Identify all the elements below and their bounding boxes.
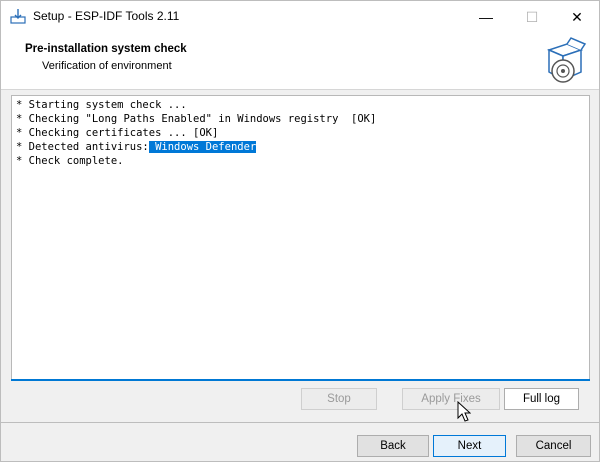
log-line: * Checking certificates ... [OK] [16,127,219,139]
setup-window: Setup - ESP-IDF Tools 2.11 — ☐ ✕ Pre-ins… [0,0,600,462]
stop-button[interactable]: Stop [301,388,377,410]
log-line: * Detected antivirus: [16,141,149,153]
cancel-button[interactable]: Cancel [516,435,591,457]
close-button[interactable]: ✕ [554,1,600,33]
log-line: * Starting system check ... [16,99,187,111]
apply-fixes-button[interactable]: Apply Fixes [402,388,500,410]
software-box-icon [546,37,587,83]
log-line: * Checking "Long Paths Enabled" in Windo… [16,113,377,125]
back-button[interactable]: Back [357,435,429,457]
wizard-header: Pre-installation system check Verificati… [1,33,599,90]
mouse-pointer-icon [457,401,471,422]
selected-text[interactable]: Windows Defender [148,141,257,153]
window-title: Setup - ESP-IDF Tools 2.11 [33,9,180,23]
log-progress-underline [11,379,590,381]
maximize-button[interactable]: ☐ [509,1,555,33]
installer-icon [10,9,26,24]
log-output[interactable]: * Starting system check ... * Checking "… [11,95,590,381]
page-title: Pre-installation system check [25,43,187,55]
title-bar: Setup - ESP-IDF Tools 2.11 — ☐ ✕ [1,1,599,33]
page-subtitle: Verification of environment [42,60,172,72]
log-line: * Check complete. [16,155,124,167]
separator [1,422,599,423]
full-log-button[interactable]: Full log [504,388,579,410]
minimize-button[interactable]: — [463,1,509,33]
log-line-antivirus: * Detected antivirus: Windows Defender [16,140,585,154]
next-button[interactable]: Next [433,435,506,457]
